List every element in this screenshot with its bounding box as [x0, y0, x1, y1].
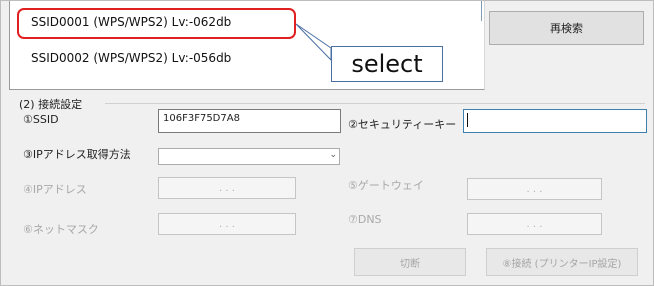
dns-label: ⑦DNS — [348, 213, 382, 226]
ssid-input[interactable]: 106F3F75D7A8 — [158, 109, 341, 133]
ip-method-label: ③IPアドレス取得方法 — [23, 148, 131, 161]
security-key-label: ②セキュリティーキー — [348, 118, 457, 131]
netmask-input[interactable]: . . . — [158, 213, 296, 235]
dns-input[interactable]: . . . — [467, 213, 602, 235]
ip-address-input[interactable]: . . . — [158, 177, 296, 199]
rescan-button[interactable]: 再検索 — [489, 11, 644, 45]
ssid-label: ①SSID — [23, 113, 59, 126]
connect-printer-ip-button[interactable]: ⑧接続 (プリンターIP設定) — [486, 248, 638, 276]
wifi-settings-window: SSID0001 (WPS/WPS2) Lv:-062db SSID0002 (… — [0, 0, 654, 286]
gateway-label: ⑤ゲートウェイ — [348, 179, 424, 192]
chevron-down-icon: ⌄ — [329, 150, 337, 160]
netmask-label: ⑥ネットマスク — [23, 223, 99, 236]
selection-highlight — [17, 8, 296, 39]
section-divider — [105, 103, 645, 104]
list-divider — [481, 1, 482, 21]
select-callout: select — [331, 46, 443, 82]
gateway-input[interactable]: . . . — [467, 178, 602, 200]
ip-address-label: ④IPアドレス — [23, 183, 87, 196]
security-key-input[interactable] — [463, 109, 647, 133]
connection-settings-title: (2) 接続設定 — [19, 98, 83, 111]
ssid-list-item-2[interactable]: SSID0002 (WPS/WPS2) Lv:-056db — [31, 51, 231, 65]
ip-method-select[interactable]: ⌄ — [158, 148, 340, 165]
disconnect-button[interactable]: 切断 — [354, 248, 466, 276]
text-caret — [467, 113, 468, 127]
